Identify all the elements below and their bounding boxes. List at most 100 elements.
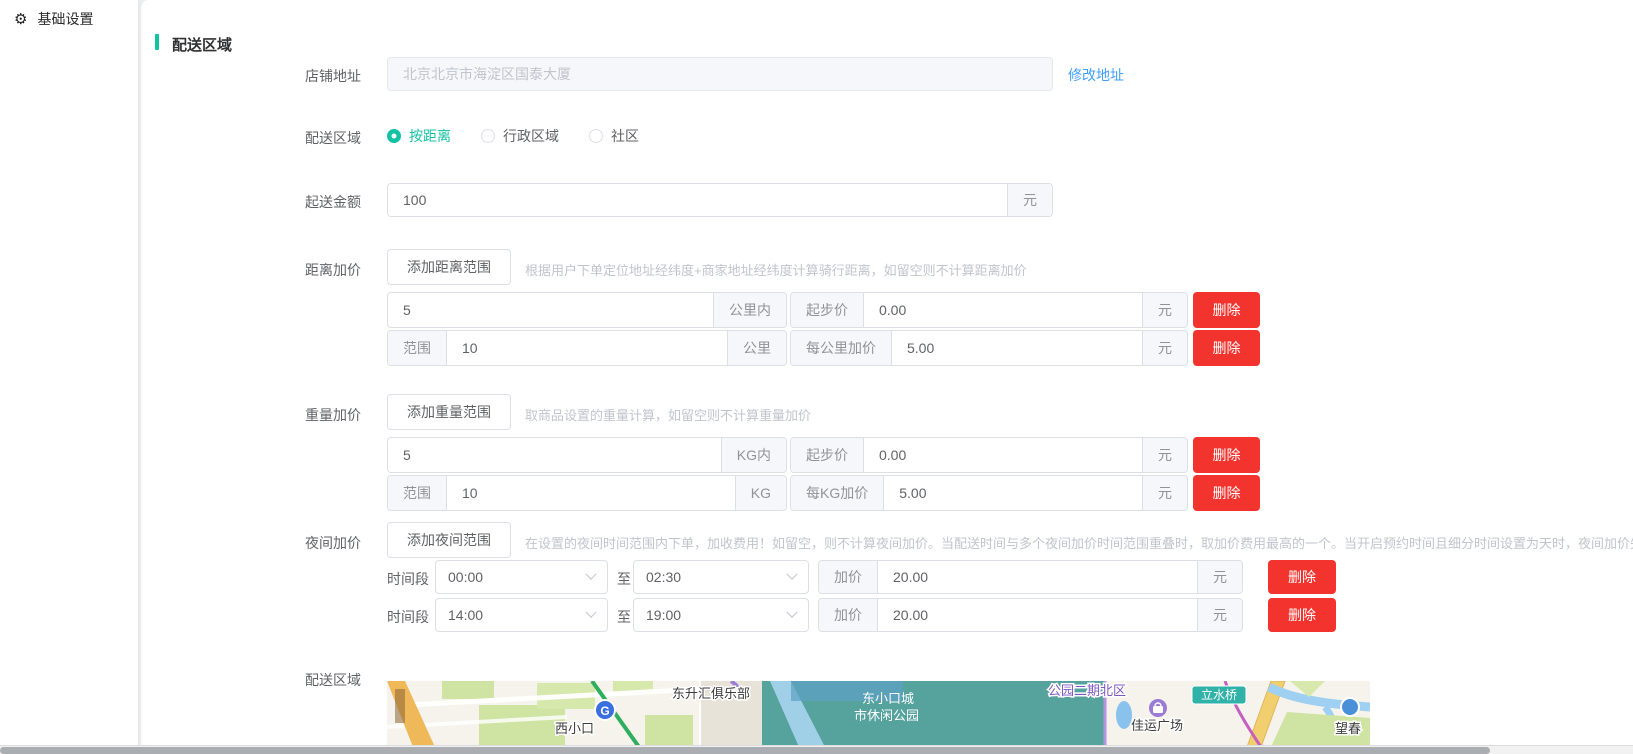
svg-text:G: G — [600, 704, 609, 718]
sidebar: ⚙ 基础设置 — [0, 0, 139, 754]
add-weight-range-button[interactable]: 添加重量范围 — [387, 394, 511, 430]
sidebar-item-basic-settings[interactable]: ⚙ 基础设置 — [0, 0, 138, 38]
night-row1-label: 时间段 — [387, 569, 429, 589]
weight-hint: 取商品设置的重量计算，如留空则不计算重量加价 — [525, 405, 811, 424]
edit-address-link[interactable]: 修改地址 — [1068, 65, 1124, 85]
night-row2-from-select[interactable]: 14:00 — [435, 598, 608, 632]
map-canvas: G 西小口 东升汇俱乐部 东小口城 市休闲公园 公园二期北区 佳运广场 立水桥 — [387, 681, 1370, 747]
distance-row2-value-input[interactable] — [447, 331, 727, 365]
min-amount-group: 元 — [387, 183, 1053, 217]
distance-row1-delete-button[interactable]: 删除 — [1193, 292, 1260, 328]
map-label-park-1: 东小口城 — [862, 691, 914, 706]
weight-row1-value-input[interactable] — [388, 438, 721, 472]
radio-dot-icon — [481, 129, 495, 143]
main-panel: 配送区域 店铺地址 修改地址 配送区域 按距离 行政区域 社区 起送金额 — [141, 0, 1633, 754]
map-label-park-2: 市休闲公园 — [854, 708, 919, 723]
distance-label: 距离加价 — [251, 260, 361, 280]
shopping-bag-icon — [1149, 699, 1167, 717]
section-accent-bar — [155, 34, 159, 50]
distance-row2-unit: 公里 — [727, 331, 786, 365]
distance-row1-range-group: 公里内 — [387, 292, 787, 328]
weight-row2-price-group: 每KG加价 元 — [790, 475, 1188, 511]
night-hint: 在设置的夜间时间范围内下单，加收费用！如留空，则不计算夜间加价。当配送时间与多个… — [525, 533, 1633, 552]
night-row1-delete-button[interactable]: 删除 — [1268, 560, 1336, 594]
area-type-label: 配送区域 — [251, 128, 361, 148]
radio-by-distance[interactable]: 按距离 — [387, 126, 451, 146]
chevron-down-icon — [585, 607, 596, 618]
radio-dot-icon — [387, 129, 401, 143]
add-night-range-button[interactable]: 添加夜间范围 — [387, 522, 511, 558]
night-row1-price-unit: 元 — [1197, 561, 1242, 593]
night-row2-price-group: 加价 元 — [818, 598, 1243, 632]
weight-row1-unit: KG内 — [721, 438, 786, 472]
weight-row1-price-input[interactable] — [864, 438, 1142, 472]
chevron-down-icon — [585, 569, 596, 580]
distance-row1-value-input[interactable] — [388, 293, 713, 327]
radio-community[interactable]: 社区 — [589, 126, 639, 146]
weight-row2-delete-button[interactable]: 删除 — [1193, 475, 1260, 511]
distance-row2-range-group: 范围 公里 — [387, 330, 787, 366]
night-row2-price-unit: 元 — [1197, 599, 1242, 631]
map-label-park-north: 公园二期北区 — [1048, 683, 1126, 698]
night-row2-label: 时间段 — [387, 607, 429, 627]
map-area-label: 配送区域 — [251, 670, 361, 690]
weight-row2-unit: KG — [735, 476, 786, 510]
distance-row2-price-group: 每公里加价 元 — [790, 330, 1188, 366]
subway-station-icon: G — [595, 700, 615, 720]
weight-row1-range-group: KG内 — [387, 437, 787, 473]
delivery-area-map[interactable]: G 西小口 东升汇俱乐部 东小口城 市休闲公园 公园二期北区 佳运广场 立水桥 — [387, 681, 1370, 747]
scenic-spot-icon — [1341, 698, 1359, 716]
distance-row2-price-input[interactable] — [892, 331, 1142, 365]
store-address-group — [387, 57, 1053, 91]
night-row1-price-input[interactable] — [878, 561, 1197, 593]
night-row1-price-group: 加价 元 — [818, 560, 1243, 594]
min-amount-unit: 元 — [1007, 184, 1052, 216]
weight-row1-price-unit: 元 — [1142, 438, 1187, 472]
min-amount-input[interactable] — [388, 184, 1007, 216]
weight-row2-range-label: 范围 — [388, 476, 447, 510]
night-row2-delete-button[interactable]: 删除 — [1268, 598, 1336, 632]
distance-row1-price-group: 起步价 元 — [790, 292, 1188, 328]
station-badge: 立水桥 — [1192, 686, 1246, 704]
weight-row1-delete-button[interactable]: 删除 — [1193, 437, 1260, 473]
horizontal-scrollbar[interactable] — [0, 745, 1633, 754]
weight-row2-value-input[interactable] — [447, 476, 735, 510]
night-label: 夜间加价 — [251, 533, 361, 553]
night-row2-to-select[interactable]: 19:00 — [633, 598, 809, 632]
distance-row1-unit: 公里内 — [713, 293, 786, 327]
store-address-input[interactable] — [388, 58, 1052, 90]
night-row1-from-select[interactable]: 00:00 — [435, 560, 608, 594]
area-type-radio-group: 按距离 行政区域 社区 — [387, 126, 669, 146]
night-row2-to-label: 至 — [617, 607, 631, 627]
weight-row2-price-unit: 元 — [1142, 476, 1187, 510]
distance-row2-price-label: 每公里加价 — [791, 331, 892, 365]
night-row1-to-select[interactable]: 02:30 — [633, 560, 809, 594]
weight-row2-range-group: 范围 KG — [387, 475, 787, 511]
map-label-bridge: 立水桥 — [1201, 687, 1237, 702]
weight-label: 重量加价 — [251, 405, 361, 425]
radio-admin-region[interactable]: 行政区域 — [481, 126, 559, 146]
night-row1-price-label: 加价 — [819, 561, 878, 593]
distance-row1-price-unit: 元 — [1142, 293, 1187, 327]
radio-dot-icon — [589, 129, 603, 143]
distance-row2-price-unit: 元 — [1142, 331, 1187, 365]
map-label-plaza: 佳运广场 — [1131, 718, 1183, 733]
night-row2-price-input[interactable] — [878, 599, 1197, 631]
add-distance-range-button[interactable]: 添加距离范围 — [387, 249, 511, 285]
distance-hint: 根据用户下单定位地址经纬度+商家地址经纬度计算骑行距离，如留空则不计算距离加价 — [525, 260, 1027, 279]
min-amount-label: 起送金额 — [251, 192, 361, 212]
store-address-label: 店铺地址 — [251, 66, 361, 86]
scrollbar-thumb[interactable] — [0, 747, 1490, 754]
weight-row2-price-input[interactable] — [884, 476, 1142, 510]
distance-row1-price-input[interactable] — [864, 293, 1142, 327]
weight-row1-price-group: 起步价 元 — [790, 437, 1188, 473]
distance-row2-range-label: 范围 — [388, 331, 447, 365]
distance-row2-delete-button[interactable]: 删除 — [1193, 330, 1260, 366]
map-label-wangchun: 望春 — [1335, 721, 1361, 736]
map-label-xixiaokou: 西小口 — [555, 721, 594, 736]
section-title: 配送区域 — [172, 34, 232, 55]
weight-row2-price-label: 每KG加价 — [791, 476, 884, 510]
chevron-down-icon — [786, 607, 797, 618]
night-row2-price-label: 加价 — [819, 599, 878, 631]
map-label-club: 东升汇俱乐部 — [672, 686, 750, 701]
